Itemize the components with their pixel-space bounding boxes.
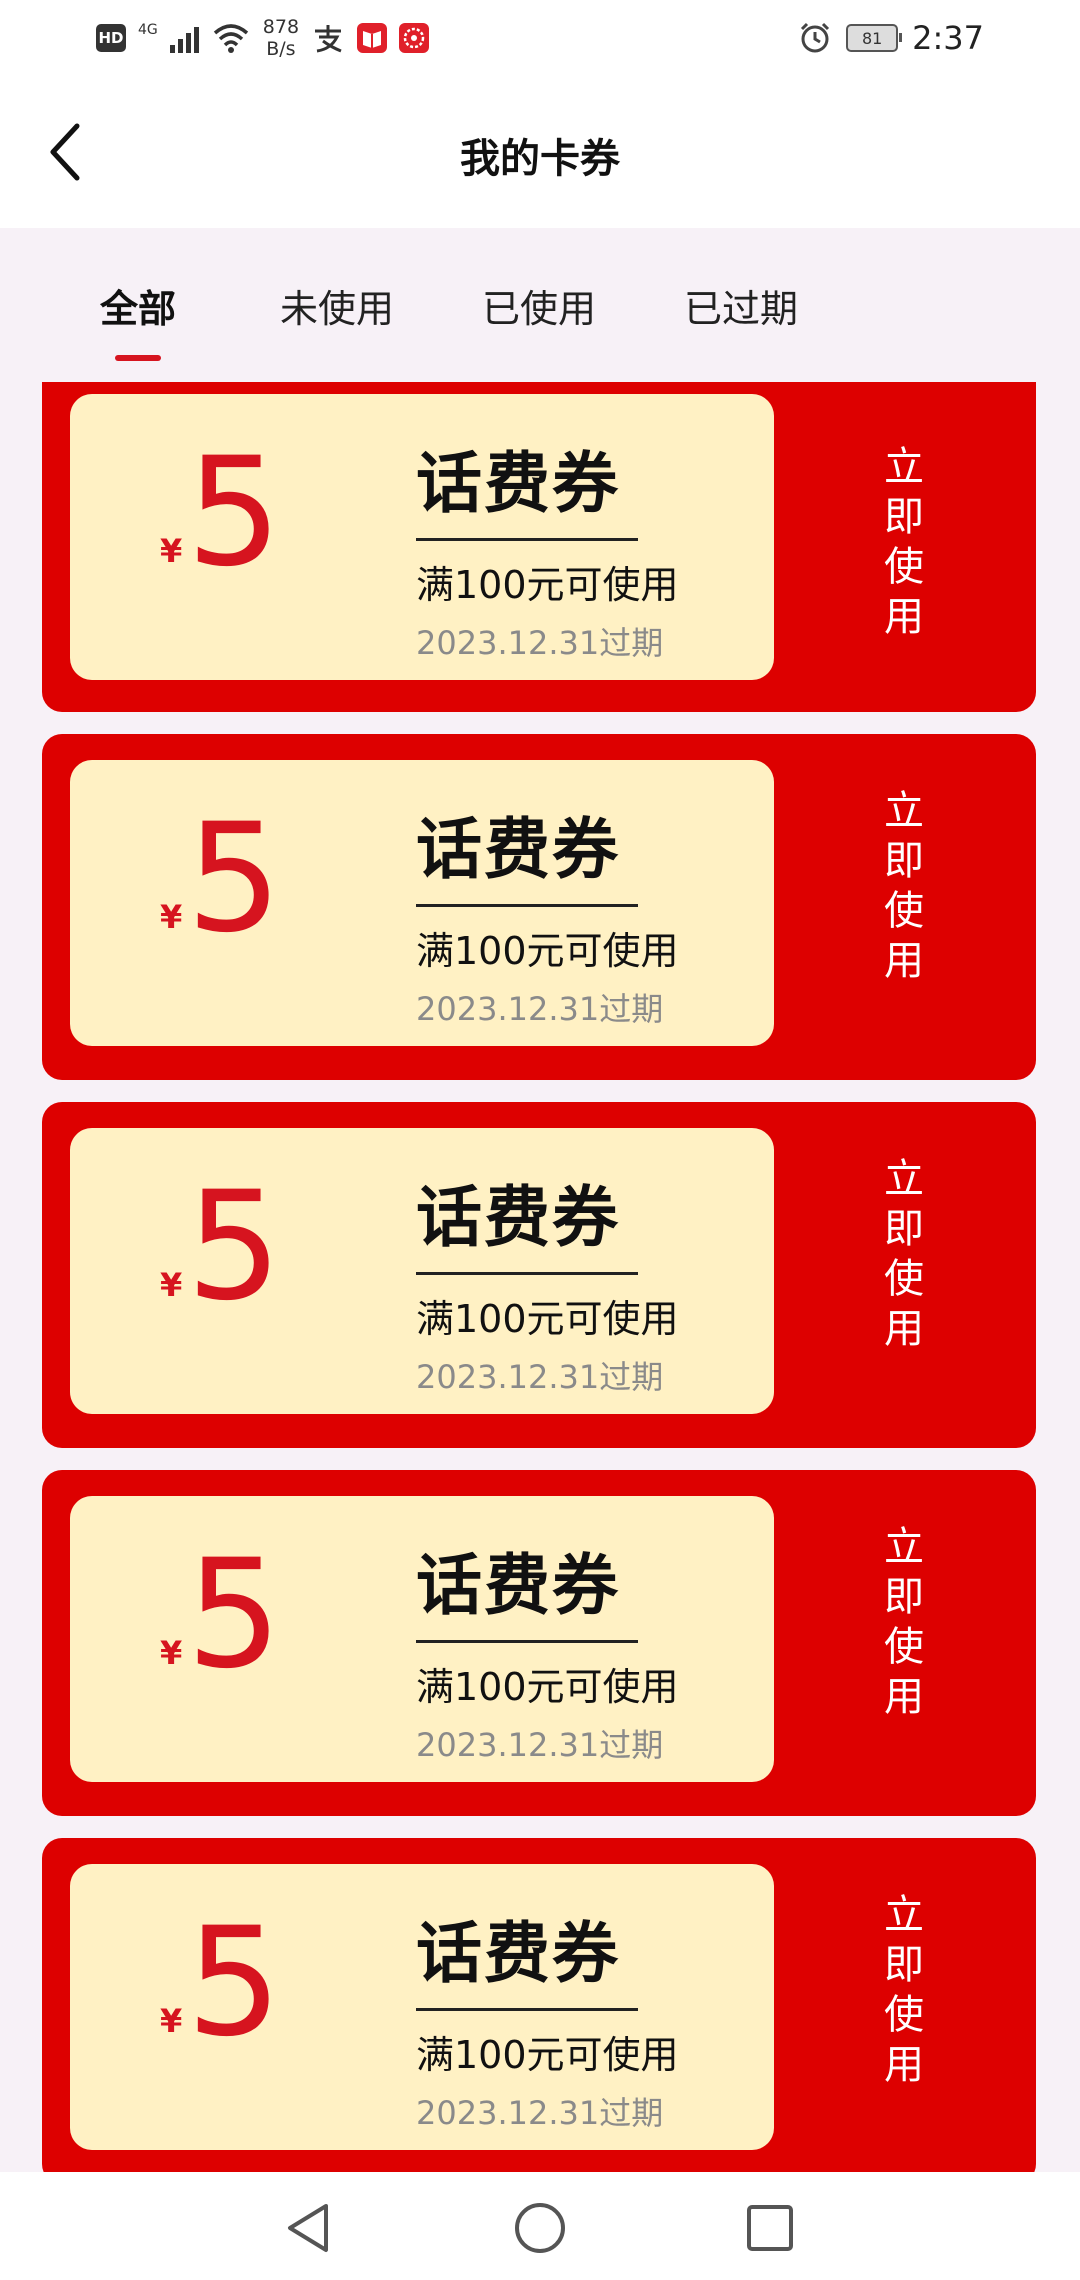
currency-symbol: ¥	[160, 1266, 183, 1304]
tab-unused[interactable]: 未使用	[280, 278, 394, 333]
hd-badge: HD	[96, 24, 126, 52]
coupon-title: 话费券	[416, 811, 620, 888]
coupon-condition: 满100元可使用	[416, 1297, 679, 1341]
use-now-button[interactable]: 立即使用	[874, 442, 934, 642]
divider	[416, 1272, 638, 1275]
nav-home-button[interactable]	[510, 2198, 570, 2258]
system-nav-bar	[0, 2172, 1080, 2280]
coupon-card: ¥ 5 话费券 满100元可使用 2023.12.31过期 立即使用	[42, 382, 1036, 712]
coupon-expiry: 2023.12.31过期	[416, 1358, 664, 1396]
coupon-card: ¥ 5 话费券 满100元可使用 2023.12.31过期 立即使用	[42, 1470, 1036, 1816]
back-triangle-icon	[288, 2204, 328, 2252]
coupon-amount: ¥ 5	[160, 1172, 282, 1322]
clock: 2:37	[912, 19, 984, 57]
coupon-amount: ¥ 5	[160, 1908, 282, 2058]
currency-symbol: ¥	[160, 532, 183, 570]
coupon-amount: ¥ 5	[160, 438, 282, 588]
alipay-icon	[315, 25, 342, 53]
amount-value: 5	[186, 1896, 282, 2070]
currency-symbol: ¥	[160, 1634, 183, 1672]
coupon-expiry: 2023.12.31过期	[416, 2094, 664, 2132]
coupon-card: ¥ 5 话费券 满100元可使用 2023.12.31过期 立即使用	[42, 1102, 1036, 1448]
divider	[416, 1640, 638, 1643]
currency-symbol: ¥	[160, 898, 183, 936]
tab-bar: 全部 未使用 已使用 已过期	[0, 228, 1080, 378]
amount-value: 5	[186, 792, 282, 966]
coupon-expiry: 2023.12.31过期	[416, 624, 664, 662]
tab-label: 未使用	[280, 287, 395, 331]
tab-used[interactable]: 已使用	[482, 278, 596, 333]
coupon-expiry: 2023.12.31过期	[416, 1726, 664, 1764]
status-right: 81 2:37	[798, 10, 984, 66]
nav-back-button[interactable]	[278, 2198, 338, 2258]
status-bar: HD 4G 878 B/s 81 2:37	[0, 0, 1080, 72]
alarm-icon	[801, 22, 830, 53]
net-speed-unit: B/s	[266, 38, 296, 60]
use-now-button[interactable]: 立即使用	[874, 786, 934, 986]
coupon-title: 话费券	[416, 1915, 620, 1992]
nav-bar: 我的卡券	[0, 72, 1080, 228]
home-circle-icon	[515, 2203, 565, 2253]
tab-label: 已过期	[684, 287, 799, 331]
amount-value: 5	[186, 1160, 282, 1334]
page-title: 我的卡券	[460, 136, 620, 182]
use-now-button[interactable]: 立即使用	[874, 1522, 934, 1722]
coupon-body: ¥ 5 话费券 满100元可使用 2023.12.31过期	[70, 394, 774, 680]
coupon-expiry: 2023.12.31过期	[416, 990, 664, 1028]
coupon-card: ¥ 5 话费券 满100元可使用 2023.12.31过期 立即使用	[42, 734, 1036, 1080]
coupon-amount: ¥ 5	[160, 1540, 282, 1690]
tab-expired[interactable]: 已过期	[684, 278, 798, 333]
amount-value: 5	[186, 426, 282, 600]
battery-icon: 81	[846, 24, 903, 52]
network-type: 4G	[138, 22, 158, 38]
signal-icon	[169, 23, 199, 53]
coupon-card: ¥ 5 话费券 满100元可使用 2023.12.31过期 立即使用	[42, 1838, 1036, 2184]
divider	[416, 2008, 638, 2011]
reader-app-icon	[357, 23, 388, 53]
amount-value: 5	[186, 1528, 282, 1702]
gift-app-icon	[399, 23, 430, 53]
use-now-button[interactable]: 立即使用	[874, 1890, 934, 2090]
coupon-body: ¥ 5 话费券 满100元可使用 2023.12.31过期	[70, 1496, 774, 1782]
divider	[416, 538, 638, 541]
nav-recents-button[interactable]	[740, 2198, 800, 2258]
coupon-condition: 满100元可使用	[416, 563, 679, 607]
wifi-icon	[213, 24, 248, 53]
tab-all[interactable]: 全部	[100, 278, 177, 361]
use-now-button[interactable]: 立即使用	[874, 1154, 934, 1354]
net-speed: 878 B/s	[263, 16, 299, 60]
tab-label: 全部	[100, 287, 177, 331]
recents-square-icon	[747, 2205, 793, 2251]
coupon-body: ¥ 5 话费券 满100元可使用 2023.12.31过期	[70, 1128, 774, 1414]
coupon-condition: 满100元可使用	[416, 1665, 679, 1709]
coupon-list: ¥ 5 话费券 满100元可使用 2023.12.31过期 立即使用 ¥ 5 话…	[42, 382, 1036, 2206]
net-speed-value: 878	[262, 16, 300, 38]
currency-symbol: ¥	[160, 2002, 183, 2040]
coupon-title: 话费券	[416, 1547, 620, 1624]
coupon-condition: 满100元可使用	[416, 2033, 679, 2077]
divider	[416, 904, 638, 907]
status-left: HD 4G 878 B/s	[96, 10, 430, 66]
coupon-body: ¥ 5 话费券 满100元可使用 2023.12.31过期	[70, 760, 774, 1046]
coupon-amount: ¥ 5	[160, 804, 282, 954]
coupon-title: 话费券	[416, 1179, 620, 1256]
coupon-condition: 满100元可使用	[416, 929, 679, 973]
tab-active-indicator	[115, 355, 161, 361]
tab-label: 已使用	[482, 287, 597, 331]
coupon-title: 话费券	[416, 445, 620, 522]
coupon-body: ¥ 5 话费券 满100元可使用 2023.12.31过期	[70, 1864, 774, 2150]
